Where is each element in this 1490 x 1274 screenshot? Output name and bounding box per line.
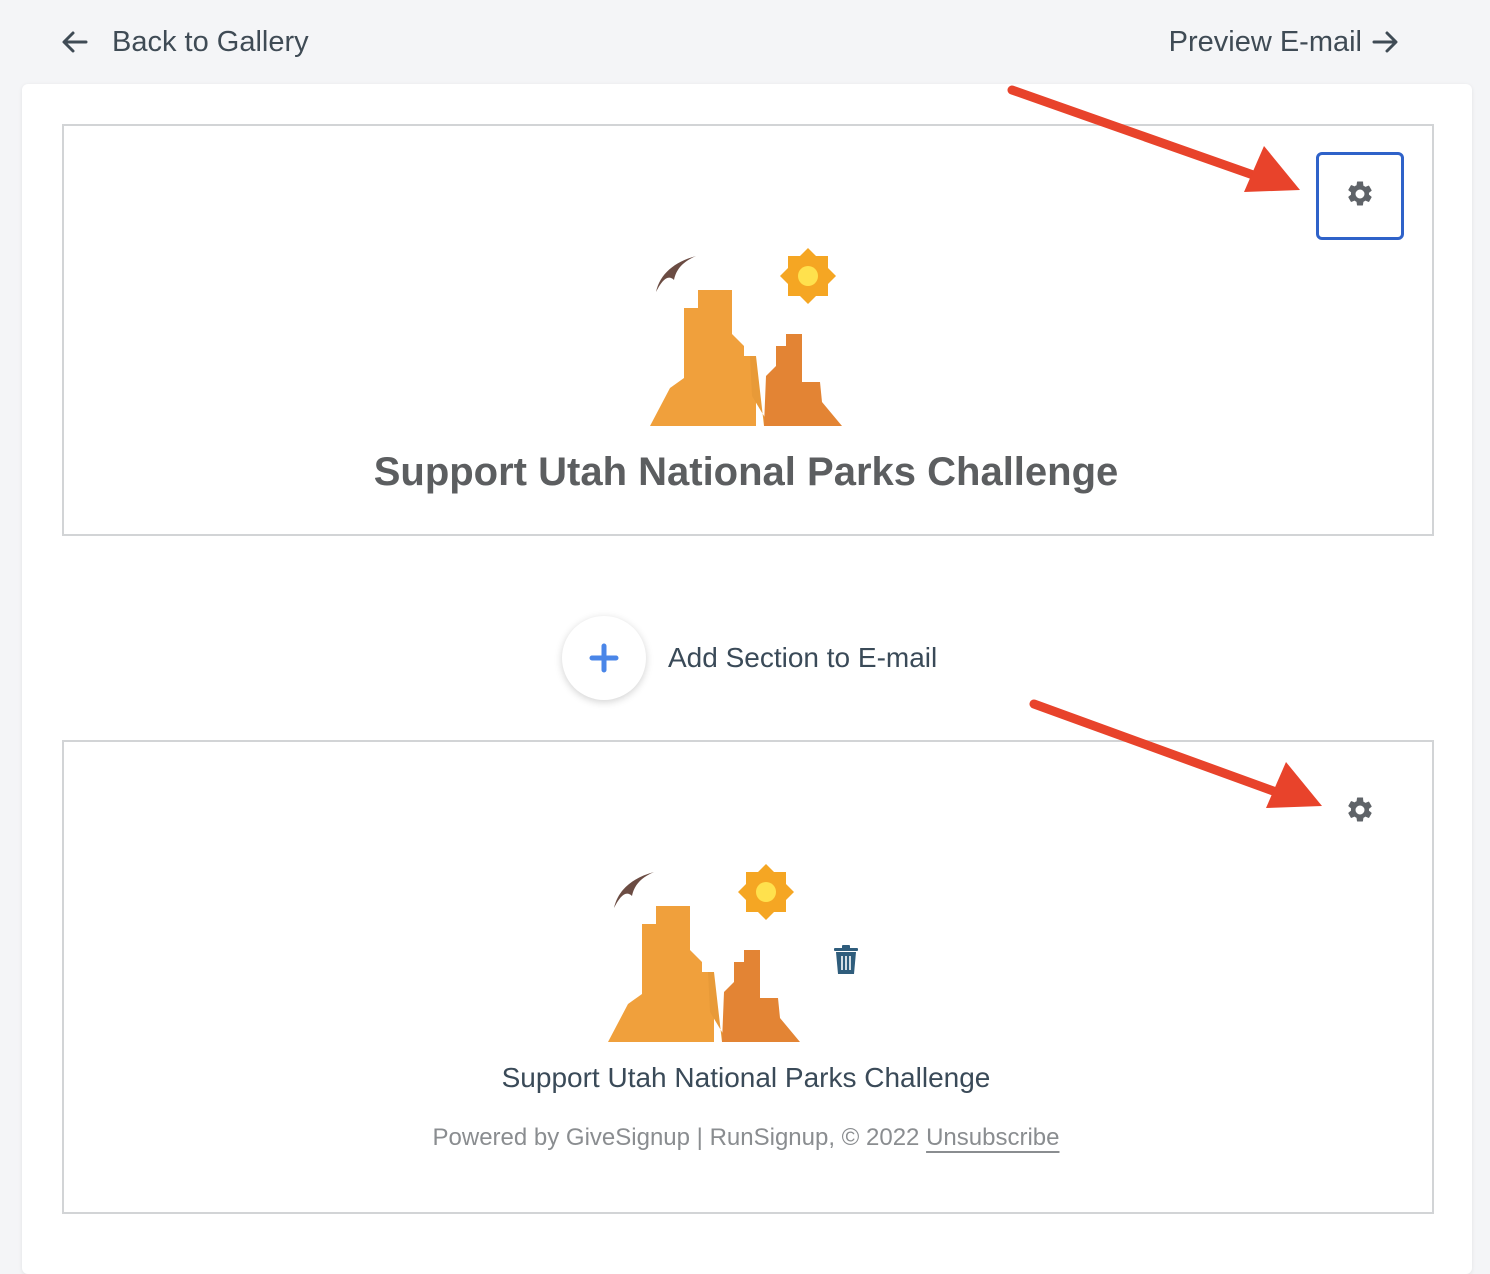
trash-icon[interactable] — [832, 944, 860, 976]
preview-email-label: Preview E-mail — [1168, 25, 1362, 58]
footer-powered-row: Powered by GiveSignup | RunSignup, © 202… — [62, 1124, 1430, 1152]
gear-icon — [1345, 795, 1375, 830]
arrow-left-icon — [60, 27, 90, 57]
footer-settings-button[interactable] — [1318, 770, 1402, 854]
back-to-gallery-link[interactable]: Back to Gallery — [60, 20, 309, 64]
utah-parks-logo — [650, 248, 842, 426]
arrow-right-icon — [1370, 27, 1400, 57]
back-to-gallery-label: Back to Gallery — [112, 25, 309, 58]
utah-parks-logo-footer — [608, 864, 800, 1042]
plus-icon[interactable] — [562, 616, 646, 700]
add-section-label: Add Section to E-mail — [668, 642, 938, 673]
unsubscribe-link[interactable]: Unsubscribe — [926, 1124, 1059, 1151]
header-title: Support Utah National Parks Challenge — [373, 450, 1119, 494]
add-section-button[interactable]: Add Section to E-mail — [562, 616, 937, 700]
gear-icon — [1345, 179, 1375, 214]
top-bar: Back to Gallery Preview E-mail — [0, 0, 1490, 84]
header-settings-button[interactable] — [1316, 152, 1404, 240]
footer-title: Support Utah National Parks Challenge — [501, 1062, 991, 1093]
preview-email-link[interactable]: Preview E-mail — [1169, 20, 1400, 64]
powered-by-text: Powered by GiveSignup | RunSignup, © 202… — [432, 1124, 920, 1151]
